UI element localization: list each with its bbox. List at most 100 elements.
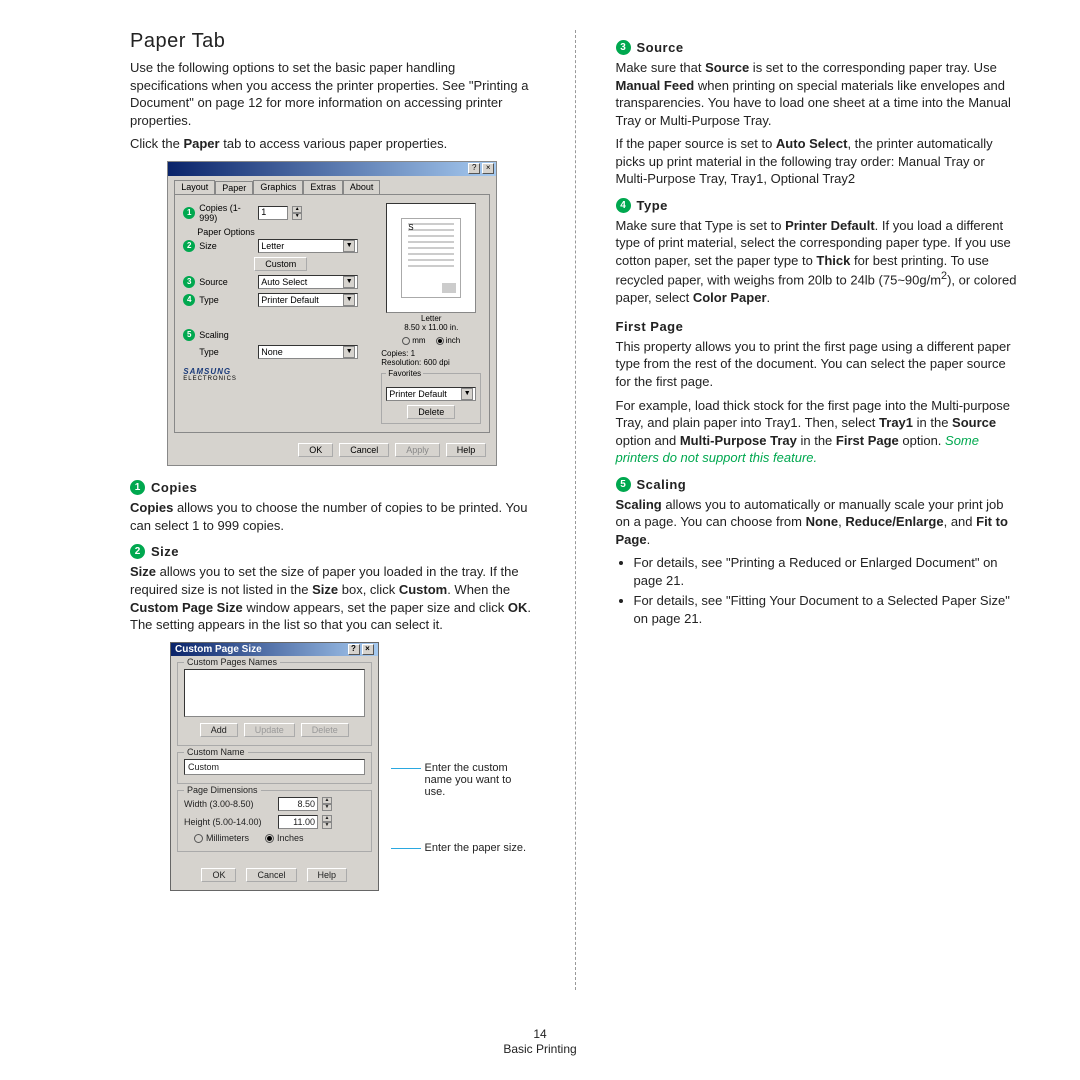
help-icon[interactable]: ? xyxy=(468,163,480,174)
favorites-combo[interactable]: Printer Default▼ xyxy=(386,387,476,401)
callout-name: Enter the custom name you want to use. xyxy=(425,762,535,798)
update-button[interactable]: Update xyxy=(244,723,295,737)
samsung-sublogo: ELECTRONICS xyxy=(183,376,237,382)
scaling-list: For details, see "Printing a Reduced or … xyxy=(616,554,1021,627)
chevron-down-icon[interactable]: ▼ xyxy=(343,276,355,288)
marker-5: 5 xyxy=(183,329,195,341)
close-icon[interactable]: × xyxy=(482,163,494,174)
scaling-type-label: Type xyxy=(199,347,254,357)
scaling-label: Scaling xyxy=(199,330,254,340)
width-spinner[interactable]: ▲▼ xyxy=(322,797,332,811)
samsung-logo: SAMSUNG xyxy=(183,367,237,376)
first-page-body-1: This property allows you to print the fi… xyxy=(616,338,1021,391)
list-item: For details, see "Fitting Your Document … xyxy=(634,592,1021,627)
intro-paragraph-2: Click the Paper tab to access various pa… xyxy=(130,135,535,153)
width-input[interactable]: 8.50 xyxy=(278,797,318,811)
dialog-titlebar: ? × xyxy=(168,162,496,176)
type-combo[interactable]: Printer Default▼ xyxy=(258,293,358,307)
first-page-body-2: For example, load thick stock for the fi… xyxy=(616,397,1021,467)
scaling-body: Scaling allows you to automatically or m… xyxy=(616,496,1021,549)
marker-3: 3 xyxy=(183,276,195,288)
paper-tab-dialog: ? × Layout Paper Graphics Extras About 1… xyxy=(167,161,497,467)
preview-size-dim: 8.50 x 11.00 in. xyxy=(404,324,458,333)
custom-name-input[interactable]: Custom xyxy=(184,759,365,775)
section-title-size: Size xyxy=(151,544,179,559)
chapter-name: Basic Printing xyxy=(0,1042,1080,1058)
chevron-down-icon[interactable]: ▼ xyxy=(461,388,473,400)
section-marker-3: 3 xyxy=(616,40,631,55)
chevron-down-icon[interactable]: ▼ xyxy=(343,294,355,306)
info-resolution: Resolution: 600 dpi xyxy=(381,358,481,367)
section-title-type: Type xyxy=(637,198,668,213)
section-title-source: Source xyxy=(637,40,684,55)
scaling-type-combo[interactable]: None▼ xyxy=(258,345,358,359)
favorites-delete-button[interactable]: Delete xyxy=(407,405,455,419)
section-marker-1: 1 xyxy=(130,480,145,495)
mm-radio[interactable] xyxy=(194,834,203,843)
custom-name-label: Custom Name xyxy=(184,747,248,757)
callout-size: Enter the paper size. xyxy=(425,842,535,854)
tab-paper[interactable]: Paper xyxy=(215,181,253,195)
type-body: Make sure that Type is set to Printer De… xyxy=(616,217,1021,307)
section-marker-5: 5 xyxy=(616,477,631,492)
custom-page-size-dialog: Custom Page Size ? × Custom Pages Names … xyxy=(170,642,379,891)
source-label: Source xyxy=(199,277,254,287)
chevron-down-icon[interactable]: ▼ xyxy=(343,346,355,358)
callouts: Enter the custom name you want to use. E… xyxy=(391,642,535,854)
size-label: Size xyxy=(199,241,254,251)
ok-button[interactable]: OK xyxy=(298,443,333,457)
tab-extras[interactable]: Extras xyxy=(303,180,343,194)
add-button[interactable]: Add xyxy=(200,723,238,737)
marker-4: 4 xyxy=(183,294,195,306)
page-number: 14 xyxy=(0,1027,1080,1043)
height-label: Height (5.00-14.00) xyxy=(184,817,274,827)
width-label: Width (3.00-8.50) xyxy=(184,799,274,809)
help-button[interactable]: Help xyxy=(307,868,348,882)
section-marker-4: 4 xyxy=(616,198,631,213)
source-combo[interactable]: Auto Select▼ xyxy=(258,275,358,289)
chevron-down-icon[interactable]: ▼ xyxy=(343,240,355,252)
inches-radio[interactable] xyxy=(265,834,274,843)
dialog2-title: Custom Page Size xyxy=(175,644,262,655)
left-column: Paper Tab Use the following options to s… xyxy=(130,30,535,990)
section-marker-2: 2 xyxy=(130,544,145,559)
custom-button[interactable]: Custom xyxy=(254,257,307,271)
section-body-copies: Copies allows you to choose the number o… xyxy=(130,499,535,534)
page-preview-icon: S xyxy=(401,218,461,298)
section-title-copies: Copies xyxy=(151,480,197,495)
height-input[interactable]: 11.00 xyxy=(278,815,318,829)
section-body-size: Size allows you to set the size of paper… xyxy=(130,563,535,633)
cancel-button[interactable]: Cancel xyxy=(339,443,389,457)
cancel-button[interactable]: Cancel xyxy=(246,868,296,882)
page-title: Paper Tab xyxy=(130,30,535,53)
apply-button[interactable]: Apply xyxy=(395,443,440,457)
page-footer: 14 Basic Printing xyxy=(0,1027,1080,1058)
page-dimensions-label: Page Dimensions xyxy=(184,785,261,795)
favorites-label: Favorites xyxy=(386,369,423,378)
unit-inch-radio[interactable] xyxy=(436,337,444,345)
close-icon[interactable]: × xyxy=(362,644,374,655)
source-body-1: Make sure that Source is set to the corr… xyxy=(616,59,1021,129)
copies-spinner[interactable]: ▲▼ xyxy=(292,206,302,220)
unit-mm-radio[interactable] xyxy=(402,337,410,345)
size-combo[interactable]: Letter▼ xyxy=(258,239,358,253)
tab-about[interactable]: About xyxy=(343,180,381,194)
copies-label: Copies (1-999) xyxy=(199,203,254,223)
source-body-2: If the paper source is set to Auto Selec… xyxy=(616,135,1021,188)
preview-pane: S Letter 8.50 x 11.00 in. mm inch xyxy=(381,203,481,425)
copies-input[interactable]: 1 xyxy=(258,206,288,220)
marker-1: 1 xyxy=(183,207,195,219)
height-spinner[interactable]: ▲▼ xyxy=(322,815,332,829)
ok-button[interactable]: OK xyxy=(201,868,236,882)
delete-button[interactable]: Delete xyxy=(301,723,349,737)
column-divider xyxy=(575,30,576,990)
help-button[interactable]: Help xyxy=(446,443,487,457)
custom-names-list[interactable] xyxy=(184,669,365,717)
paper-options-label: Paper Options xyxy=(197,227,373,237)
custom-names-label: Custom Pages Names xyxy=(184,657,280,667)
tab-graphics[interactable]: Graphics xyxy=(253,180,303,194)
tab-layout[interactable]: Layout xyxy=(174,180,215,194)
marker-2: 2 xyxy=(183,240,195,252)
help-icon[interactable]: ? xyxy=(348,644,360,655)
info-copies: Copies: 1 xyxy=(381,349,481,358)
